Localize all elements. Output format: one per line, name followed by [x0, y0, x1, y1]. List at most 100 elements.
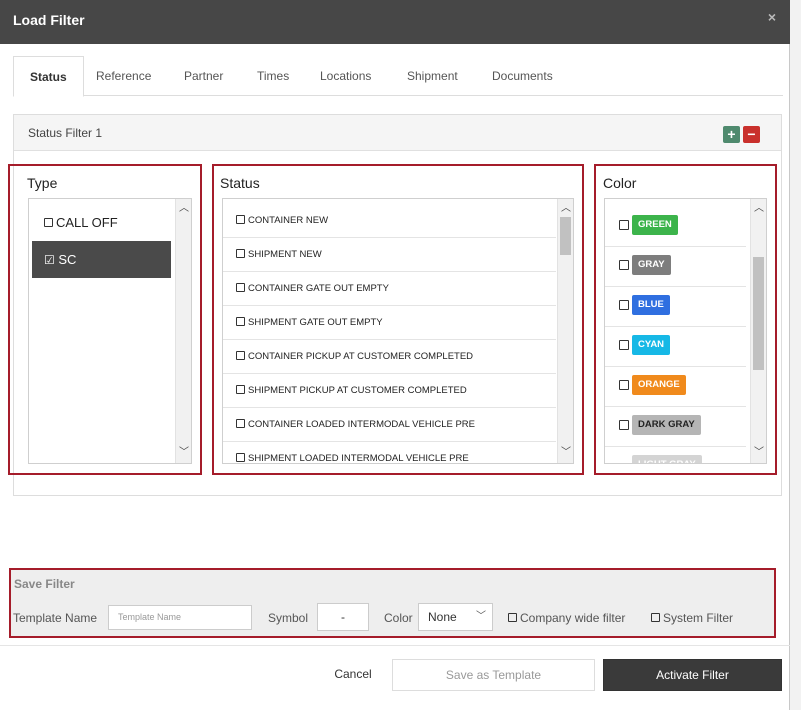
type-item-label: SC	[58, 252, 77, 267]
color-listbox[interactable]: GREEN GRAY BLUE CYAN ORANGE DARK GRAY LI…	[604, 198, 767, 464]
status-item-label: CONTAINER LOADED INTERMODAL VEHICLE PRE	[248, 419, 475, 430]
color-item-green[interactable]: GREEN	[605, 207, 746, 247]
color-item-blue[interactable]: BLUE	[605, 287, 746, 327]
checkbox-icon[interactable]	[236, 214, 245, 224]
color-select[interactable]: None ﹀	[418, 603, 493, 631]
chevron-down-icon: ﹀	[476, 611, 486, 622]
checkbox-icon[interactable]	[619, 260, 629, 270]
tab-shipment[interactable]: Shipment	[391, 56, 474, 96]
scroll-down-icon[interactable]: ﹀	[176, 445, 191, 461]
color-item-gray[interactable]: GRAY	[605, 247, 746, 287]
color-item-dark-gray[interactable]: DARK GRAY	[605, 407, 746, 447]
status-item[interactable]: CONTAINER PICKUP AT CUSTOMER COMPLETED	[223, 340, 556, 374]
save-filter-title: Save Filter	[14, 577, 75, 591]
color-chip: GRAY	[632, 255, 671, 275]
type-scrollbar[interactable]: ︿ ﹀	[175, 199, 191, 463]
color-chip: DARK GRAY	[632, 415, 701, 435]
color-item-orange[interactable]: ORANGE	[605, 367, 746, 407]
status-item[interactable]: SHIPMENT LOADED INTERMODAL VEHICLE PRE	[223, 442, 556, 464]
status-item-label: CONTAINER PICKUP AT CUSTOMER COMPLETED	[248, 351, 474, 362]
panel-title: Status Filter 1	[28, 126, 103, 140]
checkbox-icon[interactable]	[619, 380, 629, 390]
scroll-down-icon[interactable]: ﹀	[751, 445, 766, 461]
status-item[interactable]: CONTAINER GATE OUT EMPTY	[223, 272, 556, 306]
status-scrollbar[interactable]: ︿ ﹀	[557, 199, 573, 463]
symbol-select[interactable]: -	[317, 603, 369, 631]
load-filter-dialog: Load Filter × Status Reference Partner T…	[0, 0, 790, 710]
checkbox-icon[interactable]	[651, 613, 660, 623]
checkbox-icon[interactable]	[236, 384, 245, 394]
status-item[interactable]: SHIPMENT PICKUP AT CUSTOMER COMPLETED	[223, 374, 556, 408]
scroll-thumb[interactable]	[560, 217, 571, 255]
filter-tabs: Status Reference Partner Times Locations…	[13, 56, 783, 97]
scroll-up-icon[interactable]: ︿	[751, 201, 766, 217]
checkbox-icon[interactable]	[619, 340, 629, 350]
color-chip: ORANGE	[632, 375, 686, 395]
checkbox-icon[interactable]	[236, 452, 245, 462]
checkbox-icon[interactable]	[508, 613, 517, 623]
dialog-footer: Cancel Save as Template Activate Filter	[0, 645, 790, 710]
scroll-up-icon[interactable]: ︿	[176, 201, 191, 217]
status-item[interactable]: CONTAINER NEW	[223, 204, 556, 238]
checkbox-icon[interactable]	[236, 350, 245, 360]
company-wide-label: Company wide filter	[520, 611, 626, 625]
activate-filter-button[interactable]: Activate Filter	[603, 659, 782, 691]
template-name-label: Template Name	[13, 611, 98, 625]
system-filter-checkbox[interactable]: System Filter	[651, 611, 733, 625]
tab-locations[interactable]: Locations	[304, 56, 387, 96]
company-wide-checkbox[interactable]: Company wide filter	[508, 611, 625, 625]
status-item-label: CONTAINER NEW	[248, 215, 329, 226]
color-chip: LIGHT GRAY	[632, 455, 702, 463]
type-item-sc[interactable]: ☑ SC	[32, 241, 171, 278]
type-listbox[interactable]: CALL OFF ☑ SC ︿ ﹀	[28, 198, 192, 464]
system-filter-label: System Filter	[663, 611, 734, 625]
checkbox-icon[interactable]	[619, 220, 629, 230]
color-chip: GREEN	[632, 215, 678, 235]
close-icon[interactable]: ×	[768, 9, 776, 25]
checkbox-icon[interactable]	[236, 282, 245, 292]
symbol-label: Symbol	[268, 611, 309, 625]
background-strip	[790, 0, 801, 710]
checkbox-icon[interactable]	[236, 316, 245, 326]
tab-times[interactable]: Times	[241, 56, 305, 96]
color-select-value: None	[428, 610, 457, 624]
panel-header: Status Filter 1 + −	[14, 115, 781, 151]
checkbox-icon[interactable]	[236, 248, 245, 258]
status-item-label: SHIPMENT NEW	[248, 249, 322, 260]
status-label: Status	[220, 175, 260, 191]
tab-reference[interactable]: Reference	[80, 56, 167, 96]
color-select-label: Color	[384, 611, 413, 625]
color-item-cyan[interactable]: CYAN	[605, 327, 746, 367]
checkbox-icon[interactable]	[619, 420, 629, 430]
status-item[interactable]: CONTAINER LOADED INTERMODAL VEHICLE PRE	[223, 408, 556, 442]
tab-documents[interactable]: Documents	[476, 56, 569, 96]
scroll-thumb[interactable]	[753, 257, 764, 370]
status-item-label: SHIPMENT PICKUP AT CUSTOMER COMPLETED	[248, 385, 467, 396]
status-item[interactable]: SHIPMENT NEW	[223, 238, 556, 272]
scroll-up-icon[interactable]: ︿	[558, 201, 573, 217]
tab-partner[interactable]: Partner	[168, 56, 239, 96]
remove-filter-button[interactable]: −	[743, 126, 760, 143]
tab-status[interactable]: Status	[13, 56, 84, 97]
checkbox-checked-icon[interactable]: ☑	[44, 253, 55, 267]
add-filter-button[interactable]: +	[723, 126, 740, 143]
status-item-label: SHIPMENT LOADED INTERMODAL VEHICLE PRE	[248, 453, 469, 464]
scroll-down-icon[interactable]: ﹀	[558, 445, 573, 461]
status-item[interactable]: SHIPMENT GATE OUT EMPTY	[223, 306, 556, 340]
checkbox-icon[interactable]	[619, 300, 629, 310]
checkbox-icon[interactable]	[44, 218, 53, 228]
color-chip: BLUE	[632, 295, 670, 315]
save-as-template-button[interactable]: Save as Template	[392, 659, 595, 691]
color-item-light-gray[interactable]: LIGHT GRAY	[605, 447, 746, 463]
type-item-call-off[interactable]: CALL OFF	[32, 204, 171, 241]
dialog-title: Load Filter	[13, 12, 85, 28]
save-filter-section: Save Filter Template Name Template Name …	[9, 568, 776, 638]
type-item-label: CALL OFF	[56, 215, 118, 230]
checkbox-icon[interactable]	[236, 418, 245, 428]
color-chip: CYAN	[632, 335, 671, 355]
status-listbox[interactable]: CONTAINER NEW SHIPMENT NEW CONTAINER GAT…	[222, 198, 574, 464]
cancel-button[interactable]: Cancel	[314, 659, 392, 691]
type-label: Type	[27, 175, 58, 191]
color-scrollbar[interactable]: ︿ ﹀	[750, 199, 766, 463]
template-name-input[interactable]: Template Name	[108, 605, 252, 630]
